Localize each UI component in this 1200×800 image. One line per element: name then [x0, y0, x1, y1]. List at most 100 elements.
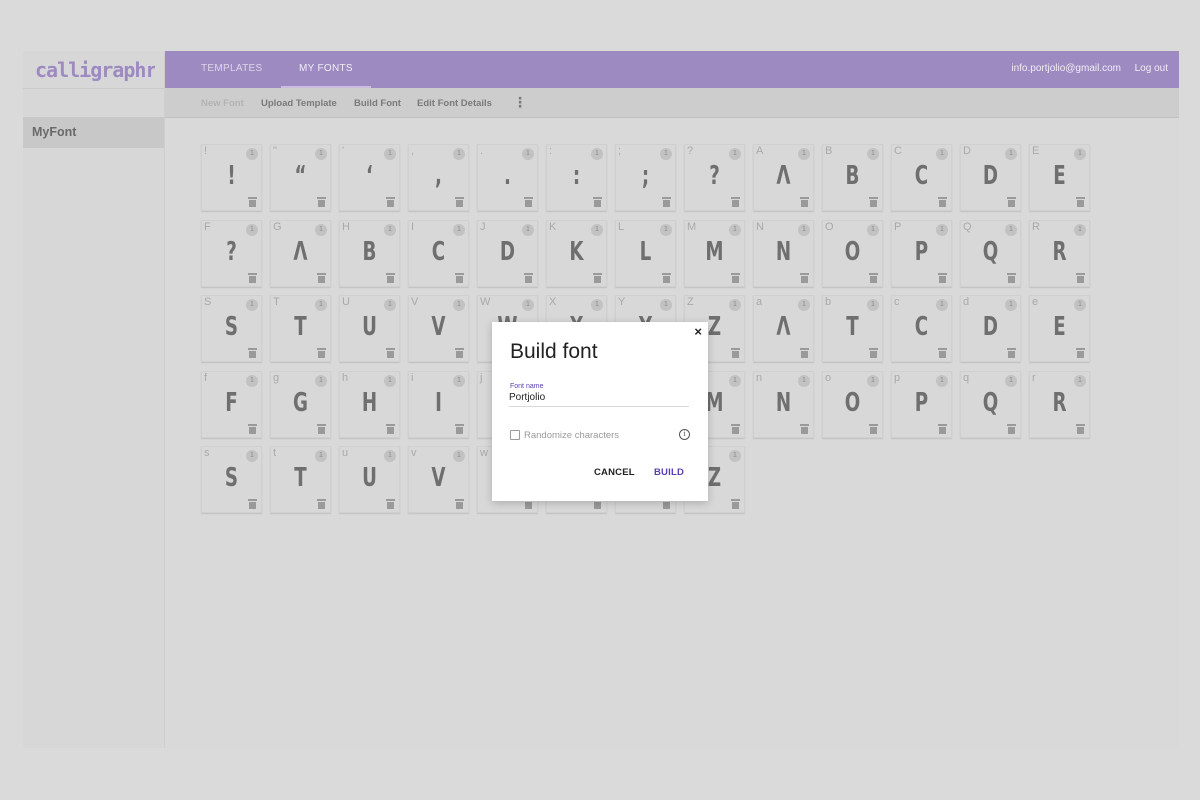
trash-icon[interactable]: [800, 197, 809, 207]
glyph-cell[interactable]: e 1E: [1029, 295, 1090, 362]
glyph-cell[interactable]: u 1U: [339, 446, 400, 513]
glyph-cell[interactable]: p 1P: [891, 370, 952, 438]
trash-icon[interactable]: [248, 348, 257, 358]
trash-icon[interactable]: [248, 423, 257, 434]
glyph-cell[interactable]: g 1G: [270, 370, 331, 438]
glyph-cell[interactable]: C1C: [891, 144, 952, 211]
new-font-button[interactable]: New Font: [201, 98, 244, 109]
more-options-icon[interactable]: ⋮: [513, 94, 527, 111]
glyph-cell[interactable]: ; 1;: [615, 144, 676, 211]
trash-icon[interactable]: [386, 197, 395, 207]
trash-icon[interactable]: [938, 272, 947, 283]
glyph-cell[interactable]: M1M: [684, 219, 745, 287]
trash-icon[interactable]: [662, 272, 671, 283]
glyph-cell[interactable]: " 1 “: [270, 144, 331, 211]
trash-icon[interactable]: [386, 423, 395, 434]
trash-icon[interactable]: [938, 197, 947, 207]
glyph-cell[interactable]: ' 1 ‘: [339, 144, 400, 211]
glyph-cell[interactable]: c 1C: [891, 295, 952, 362]
trash-icon[interactable]: [731, 423, 740, 434]
sidebar-item-myfont[interactable]: MyFont: [23, 117, 164, 148]
glyph-cell[interactable]: G 1Λ: [270, 219, 331, 287]
trash-icon[interactable]: [1007, 197, 1016, 207]
trash-icon[interactable]: [386, 499, 395, 509]
trash-icon[interactable]: [593, 272, 602, 283]
trash-icon[interactable]: [386, 348, 395, 358]
glyph-cell[interactable]: U1U: [339, 295, 400, 362]
glyph-cell[interactable]: K1K: [546, 219, 607, 287]
glyph-cell[interactable]: P1P: [891, 219, 952, 287]
glyph-cell[interactable]: f 1F: [201, 370, 262, 438]
glyph-cell[interactable]: Q1Q: [960, 219, 1021, 287]
info-icon[interactable]: i: [679, 429, 690, 440]
logo[interactable]: calligraphr: [23, 51, 164, 89]
trash-icon[interactable]: [1007, 348, 1016, 358]
glyph-cell[interactable]: t 1T: [270, 446, 331, 513]
trash-icon[interactable]: [248, 499, 257, 509]
glyph-cell[interactable]: v 1V: [408, 446, 469, 513]
trash-icon[interactable]: [317, 272, 326, 283]
trash-icon[interactable]: [662, 197, 671, 207]
trash-icon[interactable]: [455, 348, 464, 358]
glyph-cell[interactable]: V1V: [408, 295, 469, 362]
trash-icon[interactable]: [1076, 272, 1085, 283]
build-font-button[interactable]: Build Font: [354, 98, 401, 109]
glyph-cell[interactable]: R1R: [1029, 219, 1090, 287]
trash-icon[interactable]: [317, 423, 326, 434]
glyph-cell[interactable]: . 1.: [477, 144, 538, 211]
glyph-cell[interactable]: J 1D: [477, 219, 538, 287]
trash-icon[interactable]: [1076, 423, 1085, 434]
trash-icon[interactable]: [455, 423, 464, 434]
trash-icon[interactable]: [248, 272, 257, 283]
glyph-cell[interactable]: F 1?: [201, 219, 262, 287]
trash-icon[interactable]: [869, 348, 878, 358]
glyph-cell[interactable]: h 1H: [339, 370, 400, 438]
glyph-cell[interactable]: a 1Λ: [753, 295, 814, 362]
trash-icon[interactable]: [524, 272, 533, 283]
glyph-cell[interactable]: B1B: [822, 144, 883, 211]
trash-icon[interactable]: [1007, 272, 1016, 283]
glyph-cell[interactable]: ! 1!: [201, 144, 262, 211]
glyph-cell[interactable]: E1E: [1029, 144, 1090, 211]
trash-icon[interactable]: [455, 272, 464, 283]
trash-icon[interactable]: [800, 348, 809, 358]
close-icon[interactable]: ×: [694, 324, 702, 339]
tab-my-fonts[interactable]: MY FONTS: [281, 51, 371, 88]
glyph-cell[interactable]: I 1C: [408, 219, 469, 287]
tab-templates[interactable]: TEMPLATES: [201, 51, 262, 88]
glyph-cell[interactable]: ? 1?: [684, 144, 745, 211]
glyph-cell[interactable]: S1S: [201, 295, 262, 362]
glyph-cell[interactable]: O1O: [822, 219, 883, 287]
glyph-cell[interactable]: D1D: [960, 144, 1021, 211]
glyph-cell[interactable]: H 1B: [339, 219, 400, 287]
trash-icon[interactable]: [455, 197, 464, 207]
glyph-cell[interactable]: b 1T: [822, 295, 883, 362]
glyph-cell[interactable]: q 1Q: [960, 370, 1021, 438]
glyph-cell[interactable]: :1:: [546, 144, 607, 211]
trash-icon[interactable]: [386, 272, 395, 283]
glyph-cell[interactable]: L1L: [615, 219, 676, 287]
trash-icon[interactable]: [1076, 348, 1085, 358]
trash-icon[interactable]: [869, 423, 878, 434]
trash-icon[interactable]: [524, 197, 533, 207]
randomize-checkbox[interactable]: [510, 430, 520, 440]
font-name-input[interactable]: [509, 391, 689, 407]
logout-link[interactable]: Log out: [1135, 63, 1168, 74]
trash-icon[interactable]: [1076, 197, 1085, 207]
trash-icon[interactable]: [731, 197, 740, 207]
glyph-cell[interactable]: T1T: [270, 295, 331, 362]
cancel-button[interactable]: CANCEL: [594, 467, 635, 478]
glyph-cell[interactable]: A 1Λ: [753, 144, 814, 211]
trash-icon[interactable]: [317, 197, 326, 207]
glyph-cell[interactable]: r 1R: [1029, 370, 1090, 438]
trash-icon[interactable]: [938, 423, 947, 434]
trash-icon[interactable]: [800, 423, 809, 434]
build-button[interactable]: BUILD: [654, 467, 684, 478]
trash-icon[interactable]: [455, 499, 464, 509]
glyph-cell[interactable]: s 1S: [201, 446, 262, 513]
glyph-cell[interactable]: n 1N: [753, 370, 814, 438]
trash-icon[interactable]: [317, 499, 326, 509]
trash-icon[interactable]: [938, 348, 947, 358]
trash-icon[interactable]: [731, 272, 740, 283]
glyph-cell[interactable]: i 1I: [408, 370, 469, 438]
